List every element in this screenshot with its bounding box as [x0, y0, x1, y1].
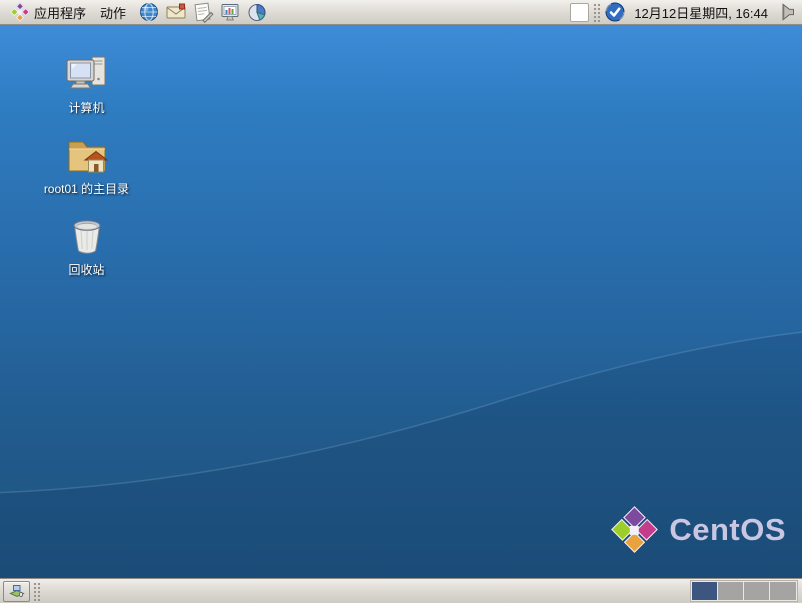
bottom-panel: [0, 578, 802, 603]
update-check-icon: [605, 2, 625, 22]
desktop-icon-trash[interactable]: 回收站: [24, 213, 149, 278]
web-browser-launcher[interactable]: [137, 1, 161, 24]
desktop-icon-computer[interactable]: 计算机: [24, 51, 149, 116]
presentation-icon: [219, 1, 241, 23]
update-notifier-applet[interactable]: [604, 2, 625, 23]
desktop-surface[interactable]: 计算机 root01 的主目录 回收站: [0, 25, 802, 578]
workspace-2[interactable]: [718, 582, 744, 600]
actions-menu[interactable]: 动作: [93, 1, 133, 24]
launcher-bar: [137, 1, 269, 24]
envelope-icon: [165, 1, 187, 23]
volume-applet[interactable]: [777, 2, 798, 23]
workspace-switcher: [691, 581, 797, 601]
applications-menu-label: 应用程序: [34, 3, 86, 22]
centos-menu-icon: [10, 2, 30, 22]
trash-icon: [63, 213, 111, 261]
blank-notification-applet[interactable]: [570, 3, 589, 22]
presentation-launcher[interactable]: [218, 1, 242, 24]
show-desktop-button[interactable]: [3, 581, 30, 602]
pie-chart-icon: [246, 1, 268, 23]
desktop-icon-label: root01 的主目录: [44, 183, 129, 197]
applet-drag-handle[interactable]: [593, 3, 600, 22]
show-desktop-icon: [9, 583, 25, 599]
word-processor-launcher[interactable]: [191, 1, 215, 24]
desktop-icon-label: 计算机: [68, 102, 104, 116]
applications-menu[interactable]: 应用程序: [4, 1, 93, 24]
panel-drag-handle[interactable]: [33, 582, 40, 601]
window-list-area: [40, 579, 691, 603]
top-panel: 应用程序 动作: [0, 0, 802, 25]
spreadsheet-launcher[interactable]: [245, 1, 269, 24]
centos-logo-icon: [611, 506, 658, 553]
document-pen-icon: [192, 1, 214, 23]
desktop-icon-column: 计算机 root01 的主目录 回收站: [24, 51, 149, 277]
desktop-icon-label: 回收站: [68, 264, 104, 278]
desktop-icon-home-folder[interactable]: root01 的主目录: [24, 132, 149, 197]
panel-right-applets: 12月12日星期四, 16:44: [570, 2, 798, 23]
speaker-icon: [778, 2, 798, 22]
workspace-3[interactable]: [744, 582, 770, 600]
globe-icon: [138, 1, 160, 23]
workspace-1[interactable]: [692, 582, 718, 600]
clock-applet[interactable]: 12月12日星期四, 16:44: [629, 3, 773, 22]
centos-logo-text: CentOS: [669, 512, 786, 548]
computer-icon: [63, 51, 111, 99]
email-launcher[interactable]: [164, 1, 188, 24]
workspace-4[interactable]: [770, 582, 796, 600]
home-folder-icon: [63, 132, 111, 180]
actions-menu-label: 动作: [100, 3, 126, 22]
centos-branding: CentOS: [612, 507, 786, 552]
